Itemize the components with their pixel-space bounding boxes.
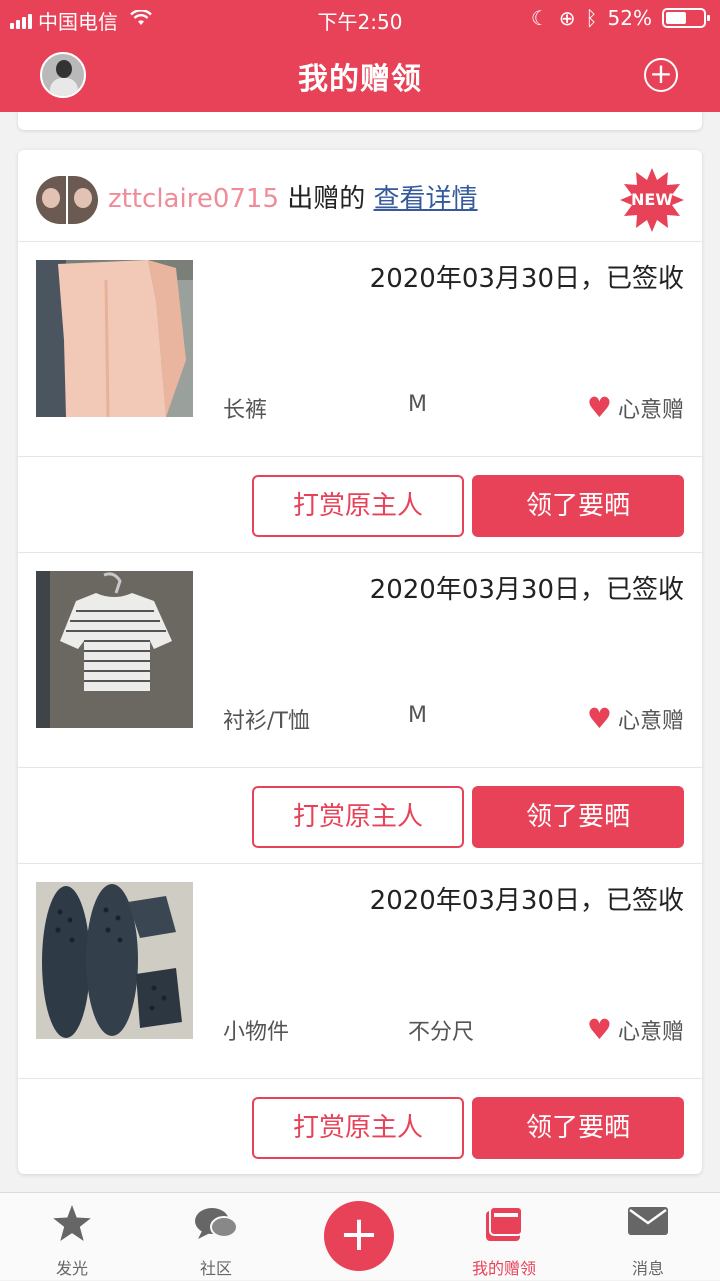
heart-icon: ♥ [586, 702, 612, 735]
donor-verb: 出赠的 [287, 184, 366, 214]
item-photo-pants[interactable] [36, 260, 193, 417]
top-bar: 中国电信 下午2:50 ☾ ⊕ ᛒ 52% 我的赠领 + [0, 0, 720, 112]
item-category: 小物件 [223, 1020, 290, 1045]
plus-icon[interactable]: + [324, 1201, 394, 1271]
bottom-tab-bar: 发光 社区 + 我的赠领 消息 [0, 1192, 720, 1280]
item-actions: 打赏原主人 领了要晒 [18, 1079, 702, 1175]
tab-label: 社区 [199, 1259, 232, 1278]
heart-icon: ♥ [586, 1013, 612, 1046]
status-bar: 中国电信 下午2:50 ☾ ⊕ ᛒ 52% [0, 0, 720, 36]
item-category: 衬衫/T恤 [223, 709, 310, 734]
tab-label: 消息 [631, 1259, 664, 1278]
item-info[interactable]: 2020年03月30日，已签收 衬衫/T恤 M ♥ 心意赠 [18, 553, 702, 768]
new-badge-label: NEW [631, 190, 673, 209]
item-photo-insoles[interactable] [36, 882, 193, 1039]
show-received-button[interactable]: 领了要晒 [472, 475, 684, 537]
item-info[interactable]: 2020年03月30日，已签收 小物件 不分尺 ♥ 心意赠 [18, 864, 702, 1079]
app-header: 我的赠领 + [0, 36, 720, 112]
battery-percent: 52% [607, 6, 652, 30]
donor-avatars[interactable] [36, 176, 98, 224]
item-size: 不分尺 [408, 1020, 475, 1045]
tab-my-gifts[interactable]: 我的赠领 [432, 1193, 576, 1281]
moon-icon: ☾ [530, 6, 549, 30]
tab-messages[interactable]: 消息 [576, 1193, 720, 1281]
bluetooth-icon: ᛒ [585, 6, 598, 30]
item-size: M [408, 392, 427, 417]
item-size: M [408, 703, 427, 728]
show-received-button[interactable]: 领了要晒 [472, 1097, 684, 1159]
view-details-link[interactable]: 查看详情 [374, 184, 478, 214]
item-photo-tshirt[interactable] [36, 571, 193, 728]
item-info[interactable]: 2020年03月30日，已签收 长裤 M ♥ 心意赠 [18, 242, 702, 457]
item-actions: 打赏原主人 领了要晒 [18, 457, 702, 553]
star-icon [53, 1205, 91, 1245]
chat-bubbles-icon [194, 1205, 238, 1247]
item-category: 长裤 [223, 398, 268, 423]
tab-community[interactable]: 社区 [144, 1193, 288, 1281]
rotation-lock-icon: ⊕ [558, 6, 576, 30]
donor-username[interactable]: zttclaire0715 [108, 184, 279, 214]
gift-item: 2020年03月30日，已签收 衬衫/T恤 M ♥ 心意赠 打赏原主人 领了要晒 [18, 553, 702, 864]
item-date: 2020年03月30日，已签收 [369, 264, 684, 294]
tab-label: 发光 [55, 1259, 88, 1278]
reward-owner-button[interactable]: 打赏原主人 [252, 1097, 464, 1159]
tab-label: 我的赠领 [471, 1259, 536, 1278]
new-badge: NEW [620, 168, 684, 232]
heart-icon: ♥ [586, 391, 612, 424]
gift-item: 2020年03月30日，已签收 长裤 M ♥ 心意赠 打赏原主人 领了要晒 [18, 242, 702, 553]
item-date: 2020年03月30日，已签收 [369, 575, 684, 605]
content-area[interactable]: zttclaire0715 出赠的 查看详情 NEW 2020年03月30日，已… [0, 112, 720, 1192]
card-header: zttclaire0715 出赠的 查看详情 NEW [18, 150, 702, 242]
page-title: 我的赠领 [298, 62, 422, 97]
gift-card: zttclaire0715 出赠的 查看详情 NEW 2020年03月30日，已… [18, 150, 702, 1174]
plus-circle-icon[interactable]: + [644, 58, 678, 92]
gift-box-icon [484, 1205, 524, 1247]
gift-item: 2020年03月30日，已签收 小物件 不分尺 ♥ 心意赠 打赏原主人 领了要晒 [18, 864, 702, 1175]
previous-card [18, 112, 702, 130]
item-date: 2020年03月30日，已签收 [369, 886, 684, 916]
item-actions: 打赏原主人 领了要晒 [18, 768, 702, 864]
tab-glow[interactable]: 发光 [0, 1193, 144, 1281]
show-received-button[interactable]: 领了要晒 [472, 786, 684, 848]
gift-type: 心意赠 [617, 1020, 684, 1045]
reward-owner-button[interactable]: 打赏原主人 [252, 475, 464, 537]
reward-owner-button[interactable]: 打赏原主人 [252, 786, 464, 848]
battery-icon [662, 8, 710, 28]
gift-type: 心意赠 [617, 398, 684, 423]
gift-type: 心意赠 [617, 709, 684, 734]
envelope-icon [628, 1205, 668, 1241]
